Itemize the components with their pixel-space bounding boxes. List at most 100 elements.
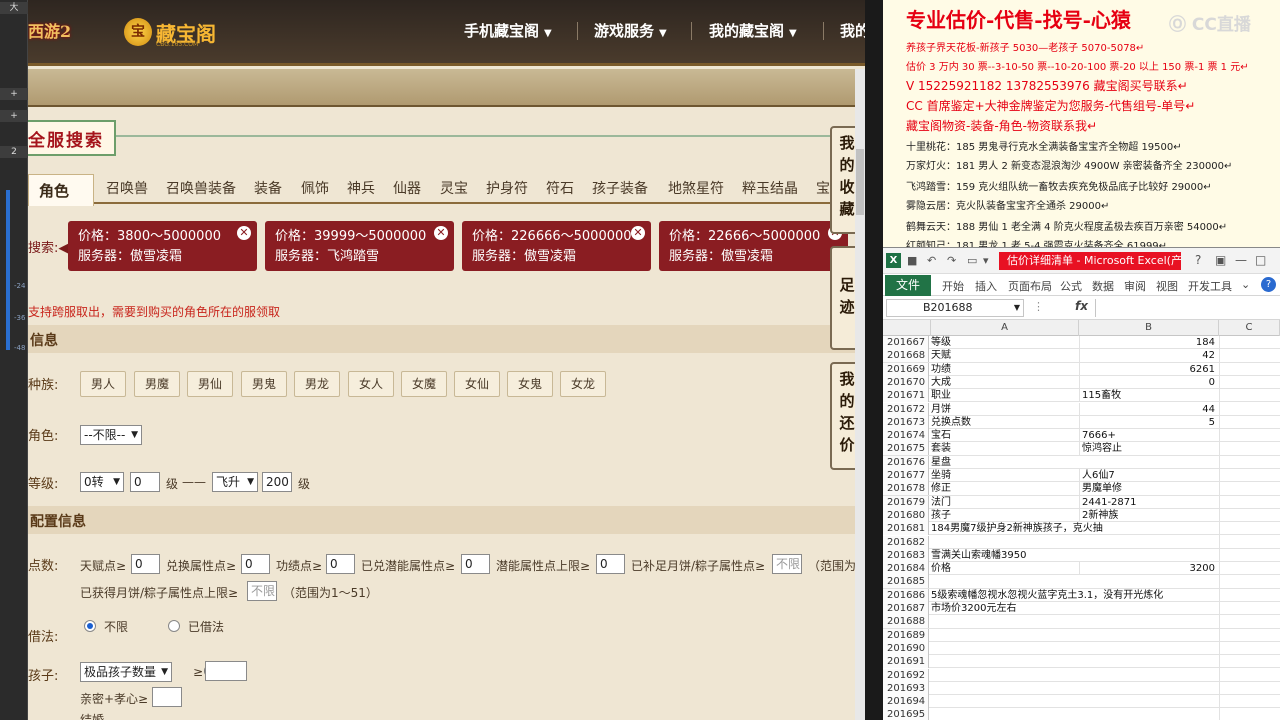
row-number[interactable]: 201691 (883, 655, 929, 669)
table-row[interactable]: 201678 修正 男魔单修 (883, 482, 1280, 496)
ribbon-display-icon[interactable]: ▣ (1215, 253, 1226, 267)
table-row[interactable]: 201677 坐骑 人6仙7 (883, 469, 1280, 483)
nav-mobile-cbg[interactable]: 手机藏宝阁 ▼ (464, 20, 552, 41)
child-select[interactable]: 极品孩子数量 ▼ (80, 662, 172, 682)
table-row[interactable]: 201680 孩子 2新神族 (883, 508, 1280, 523)
table-row[interactable]: 201681 184男魔7级护身2新神族孩子，克火抽 (883, 522, 1280, 536)
cell-a[interactable]: 星盘 (931, 456, 1079, 469)
race-button[interactable]: 女魔 (401, 371, 447, 397)
table-row[interactable]: 201688 (883, 615, 1280, 629)
row-number[interactable]: 201688 (883, 615, 929, 629)
cell-a[interactable]: 修正 (931, 482, 1079, 495)
cell-b[interactable]: 7666+ (1079, 429, 1219, 443)
cell-b[interactable]: 2新神族 (1079, 508, 1219, 522)
table-row[interactable]: 201668 天赋 42 (883, 349, 1280, 363)
game-logo[interactable]: 西游2 (28, 12, 102, 52)
child-qinmi-input[interactable] (152, 687, 182, 707)
nav-my-cbg[interactable]: 我的藏宝阁 ▼ (709, 20, 797, 41)
cell-a[interactable]: 宝石 (931, 429, 1079, 442)
row-number[interactable]: 201689 (883, 628, 929, 642)
cell-a[interactable]: 大成 (931, 376, 1079, 389)
cell-b[interactable]: 人6仙7 (1079, 469, 1219, 482)
row-number[interactable]: 201684 (883, 562, 929, 576)
cell-a[interactable]: 法门 (931, 496, 1079, 509)
duihuan-input[interactable]: 0 (241, 554, 270, 574)
table-row[interactable]: 201679 法门 2441-2871 (883, 495, 1280, 509)
level-from-turn-select[interactable]: 0转 ▼ (80, 472, 124, 492)
qianneng-input[interactable]: 0 (461, 554, 490, 574)
level-to-turn-select[interactable]: 飞升 ▼ (212, 472, 258, 492)
race-button[interactable]: 男鬼 (241, 371, 287, 397)
race-button[interactable]: 男魔 (134, 371, 180, 397)
cell-b[interactable]: 2441-2871 (1079, 495, 1219, 509)
row-number[interactable]: 201674 (883, 429, 929, 443)
row-number[interactable]: 201677 (883, 469, 929, 482)
cell-b[interactable]: 44 (1079, 402, 1219, 416)
cell-b[interactable]: 男魔单修 (1079, 482, 1219, 496)
filter-chip[interactable]: 价格：39999～5000000 服务器：飞鸿踏雪 ✕ (265, 221, 454, 271)
race-button[interactable]: 男仙 (187, 371, 233, 397)
ribbon-collapse-icon[interactable]: ⌄ (1241, 278, 1250, 291)
jiefa-radio-any[interactable] (84, 620, 96, 632)
ribbon-tab[interactable]: 插入 (975, 278, 997, 294)
nav-my[interactable]: 我的 (840, 20, 865, 41)
tab-equip[interactable]: 装备 (254, 178, 282, 198)
row-number[interactable]: 201680 (883, 508, 929, 522)
ribbon-tab[interactable]: 开始 (942, 278, 964, 294)
table-row[interactable]: 201683 雪满关山索魂幡3950 (883, 548, 1280, 563)
row-number[interactable]: 201673 (883, 415, 929, 429)
table-row[interactable]: 201690 (883, 641, 1280, 656)
help-icon[interactable]: ? (1195, 253, 1201, 267)
column-header[interactable]: A (931, 320, 1079, 336)
child-count-input[interactable] (205, 661, 247, 681)
tab-more[interactable]: 宝 (816, 178, 830, 198)
help-icon[interactable]: ? (1261, 277, 1276, 292)
table-row[interactable]: 201695 (883, 708, 1280, 720)
tab-summon-equip[interactable]: 召唤兽装备 (166, 178, 236, 198)
row-number[interactable]: 201671 (883, 389, 929, 403)
fx-icon[interactable]: fx (1075, 299, 1088, 313)
column-header[interactable]: C (1219, 320, 1280, 336)
row-number[interactable]: 201672 (883, 402, 929, 416)
yuebing-max-input[interactable]: 不限 (247, 581, 277, 601)
row-number[interactable]: 201669 (883, 362, 929, 376)
tab-xianqi[interactable]: 仙器 (393, 178, 421, 198)
row-number[interactable]: 201695 (883, 708, 929, 720)
tab-shenbing[interactable]: 神兵 (347, 178, 375, 198)
table-row[interactable]: 201689 (883, 628, 1280, 642)
table-row[interactable]: 201673 兑换点数 5 (883, 415, 1280, 430)
formula-input[interactable] (1095, 299, 1278, 317)
table-row[interactable]: 201691 (883, 655, 1280, 669)
race-button[interactable]: 男龙 (294, 371, 340, 397)
sheet-grid[interactable]: 201667 等级 184 201668 天赋 42 201669 功绩 6261 201670 大… (883, 336, 1280, 720)
tab-cuiyu[interactable]: 粹玉结晶 (742, 178, 798, 198)
gongji-input[interactable]: 0 (326, 554, 355, 574)
row-number[interactable]: 201685 (883, 575, 929, 589)
row-number[interactable]: 201686 (883, 588, 929, 602)
select-all-corner[interactable] (883, 320, 931, 336)
table-row[interactable]: 201669 功绩 6261 (883, 362, 1280, 376)
scroll-thumb[interactable] (856, 149, 864, 215)
filter-chip[interactable]: 价格：226666～5000000 服务器：傲雪凌霜 ✕ (462, 221, 651, 271)
row-number[interactable]: 201668 (883, 349, 929, 363)
row-number[interactable]: 201690 (883, 641, 929, 655)
cell-b[interactable]: 115畜牧 (1079, 389, 1219, 403)
table-row[interactable]: 201684 价格 3200 (883, 562, 1280, 576)
table-row[interactable]: 201687 市场价3200元左右 (883, 602, 1280, 616)
customize-icon[interactable]: ▾ (983, 254, 989, 267)
add-icon[interactable]: + (0, 88, 28, 100)
cell-b[interactable]: 0 (1079, 375, 1219, 389)
file-tab[interactable]: 文件 (885, 275, 931, 296)
race-button[interactable]: 女人 (348, 371, 394, 397)
cell-a[interactable]: 孩子 (931, 509, 1079, 522)
print-icon[interactable]: ▭ (967, 254, 977, 267)
minimize-icon[interactable]: — (1235, 253, 1247, 267)
cell-a[interactable]: 市场价3200元左右 (931, 602, 1079, 615)
table-row[interactable]: 201676 星盘 (883, 455, 1280, 469)
column-header[interactable]: B (1079, 320, 1219, 336)
row-number[interactable]: 201683 (883, 548, 929, 562)
ribbon-tab[interactable]: 数据 (1092, 278, 1114, 294)
cell-a[interactable]: 兑换点数 (931, 416, 1079, 429)
name-box[interactable]: B201688 ▼ (886, 299, 1024, 317)
cell-a[interactable]: 职业 (931, 389, 1079, 402)
